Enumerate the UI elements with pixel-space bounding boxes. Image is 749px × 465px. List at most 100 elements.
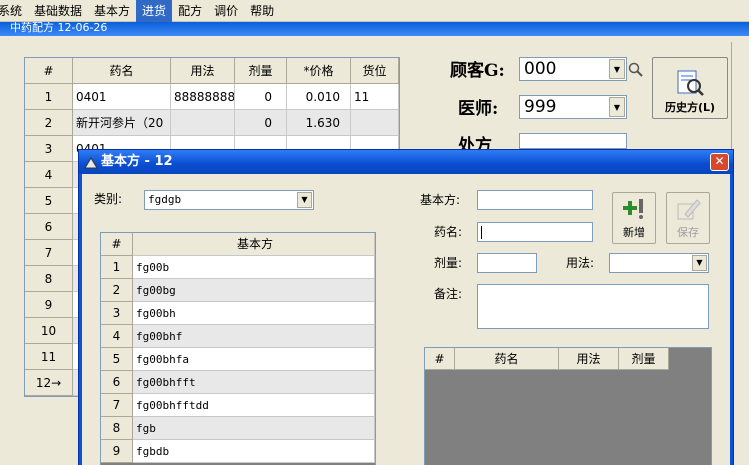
doctor-combo[interactable]: 999 ▼ bbox=[519, 95, 627, 119]
list-item[interactable]: 4 fg00bhf bbox=[101, 325, 375, 348]
note-textarea[interactable] bbox=[477, 284, 709, 329]
usage-combo[interactable]: ▼ bbox=[609, 253, 709, 273]
col-usage: 用法 bbox=[171, 58, 235, 84]
new-button[interactable]: 新增 bbox=[612, 192, 656, 244]
table-row[interactable]: 1040188888888800.01011 bbox=[25, 84, 399, 110]
history-button-label: 历史方(L) bbox=[664, 101, 716, 114]
basic-formula-cell[interactable]: fg00bh bbox=[133, 302, 375, 325]
menu-formula[interactable]: 配方 bbox=[172, 0, 208, 22]
formula-detail-grid[interactable]: # 药名 用法 剂量 bbox=[424, 347, 712, 465]
basic-formula-label: 基本方: bbox=[420, 193, 461, 207]
row-number: 8 bbox=[25, 266, 73, 292]
row-number: 4 bbox=[101, 325, 133, 348]
note-label: 备注: bbox=[434, 287, 463, 301]
dialog-body: 类别: fgdgb ▼ # 基本方 1 fg00b 2 fg00bg 3 fg00bh 4 f… bbox=[82, 174, 730, 465]
location-cell[interactable] bbox=[351, 110, 399, 136]
close-icon: ✕ bbox=[714, 154, 725, 168]
list-item[interactable]: 1 fg00b bbox=[101, 256, 375, 279]
drug-name-input[interactable] bbox=[477, 222, 593, 242]
new-button-label: 新增 bbox=[623, 226, 645, 239]
list-item[interactable]: 7 fg00bhfftdd bbox=[101, 394, 375, 417]
drug-name-label: 药名: bbox=[434, 225, 463, 239]
chevron-down-icon[interactable]: ▼ bbox=[692, 255, 707, 271]
dose-cell[interactable]: 0 bbox=[235, 110, 287, 136]
customer-label: 顾客G: bbox=[450, 61, 505, 81]
menu-basic-data[interactable]: 基础数据 bbox=[28, 0, 88, 22]
menu-system[interactable]: 系统 bbox=[0, 0, 28, 22]
text-cursor bbox=[481, 226, 482, 239]
row-number: 3 bbox=[101, 302, 133, 325]
basic-formula-cell[interactable]: fg00bhf bbox=[133, 325, 375, 348]
usage-label: 用法: bbox=[566, 256, 595, 270]
drug-name-cell[interactable]: 0401 bbox=[73, 84, 171, 110]
dialog-title: 基本方 - 12 bbox=[101, 154, 173, 169]
basic-formula-dialog: 基本方 - 12 ✕ 类别: fgdgb ▼ # 基本方 1 fg00b 2 fg00… bbox=[78, 149, 734, 465]
col-price: *价格 bbox=[287, 58, 351, 84]
price-cell[interactable]: 0.010 bbox=[287, 84, 351, 110]
table-row[interactable]: 2 新开河参片（20 0 1.630 bbox=[25, 110, 399, 136]
grid-header: # 药名 用法 剂量 *价格 货位 bbox=[25, 58, 399, 84]
row-number: 9 bbox=[25, 292, 73, 318]
doctor-label: 医师: bbox=[458, 99, 499, 119]
price-cell[interactable]: 1.630 bbox=[287, 110, 351, 136]
basic-formula-cell[interactable]: fg00bhfa bbox=[133, 348, 375, 371]
col-drug-name: 药名 bbox=[73, 58, 171, 84]
dose-input[interactable] bbox=[477, 253, 537, 273]
drug-name-cell[interactable]: 新开河参片（20 bbox=[73, 110, 171, 136]
row-number: 1 bbox=[101, 256, 133, 279]
row-number: 12→ bbox=[25, 370, 73, 396]
history-button[interactable]: 历史方(L) bbox=[652, 57, 728, 119]
row-number: 8 bbox=[101, 417, 133, 440]
menu-basic-formula[interactable]: 基本方 bbox=[88, 0, 136, 22]
col-usage: 用法 bbox=[559, 348, 619, 370]
col-num: # bbox=[25, 58, 73, 84]
basic-formula-cell[interactable]: fg00bhfft bbox=[133, 371, 375, 394]
search-icon[interactable] bbox=[628, 62, 644, 78]
add-icon bbox=[623, 199, 643, 219]
list-item[interactable]: 8 fgb bbox=[101, 417, 375, 440]
menu-purchase[interactable]: 进货 bbox=[136, 0, 173, 22]
app-icon bbox=[84, 155, 98, 169]
basic-formula-cell[interactable]: fgb bbox=[133, 417, 375, 440]
prescription-field[interactable] bbox=[519, 133, 627, 149]
basic-formula-cell[interactable]: fg00bhfftdd bbox=[133, 394, 375, 417]
row-number: 3 bbox=[25, 136, 73, 162]
list-item[interactable]: 5 fg00bhfa bbox=[101, 348, 375, 371]
basic-formula-input[interactable] bbox=[477, 190, 593, 210]
row-number: 7 bbox=[25, 240, 73, 266]
save-button[interactable]: 保存 bbox=[666, 192, 710, 244]
list-item[interactable]: 2 fg00bg bbox=[101, 279, 375, 302]
row-number: 4 bbox=[25, 162, 73, 188]
menu-price-adjust[interactable]: 调价 bbox=[208, 0, 244, 22]
menu-help[interactable]: 帮助 bbox=[244, 0, 280, 22]
close-button[interactable]: ✕ bbox=[710, 153, 729, 171]
col-drug-name: 药名 bbox=[455, 348, 559, 370]
row-number: 6 bbox=[25, 214, 73, 240]
save-button-label: 保存 bbox=[677, 226, 699, 239]
basic-formula-cell[interactable]: fgbdb bbox=[133, 440, 375, 463]
location-cell[interactable]: 11 bbox=[351, 84, 399, 110]
list-item[interactable]: 9 fgbdb bbox=[101, 440, 375, 463]
chevron-down-icon[interactable]: ▼ bbox=[297, 192, 312, 208]
chevron-down-icon[interactable]: ▼ bbox=[609, 97, 625, 117]
list-item[interactable]: 3 fg00bh bbox=[101, 302, 375, 325]
customer-combo[interactable]: 000 ▼ bbox=[519, 57, 627, 81]
row-number: 5 bbox=[101, 348, 133, 371]
row-number: 5 bbox=[25, 188, 73, 214]
basic-formula-grid[interactable]: # 基本方 1 fg00b 2 fg00bg 3 fg00bh 4 fg00bhf 5 fg00b… bbox=[100, 232, 376, 465]
main-window-title: 中药配方 12-06-26 bbox=[0, 22, 749, 36]
basic-formula-cell[interactable]: fg00bg bbox=[133, 279, 375, 302]
row-number: 11 bbox=[25, 344, 73, 370]
dialog-title-bar[interactable]: 基本方 - 12 bbox=[79, 150, 733, 174]
usage-cell[interactable]: 888888888 bbox=[171, 84, 235, 110]
save-edit-icon bbox=[677, 199, 701, 220]
category-combo[interactable]: fgdgb ▼ bbox=[144, 190, 314, 210]
col-dose: 剂量 bbox=[235, 58, 287, 84]
basic-formula-cell[interactable]: fg00b bbox=[133, 256, 375, 279]
dose-cell[interactable]: 0 bbox=[235, 84, 287, 110]
list-item[interactable]: 6 fg00bhfft bbox=[101, 371, 375, 394]
category-label: 类别: bbox=[94, 192, 123, 206]
usage-cell[interactable] bbox=[171, 110, 235, 136]
chevron-down-icon[interactable]: ▼ bbox=[609, 59, 625, 79]
row-number: 6 bbox=[101, 371, 133, 394]
